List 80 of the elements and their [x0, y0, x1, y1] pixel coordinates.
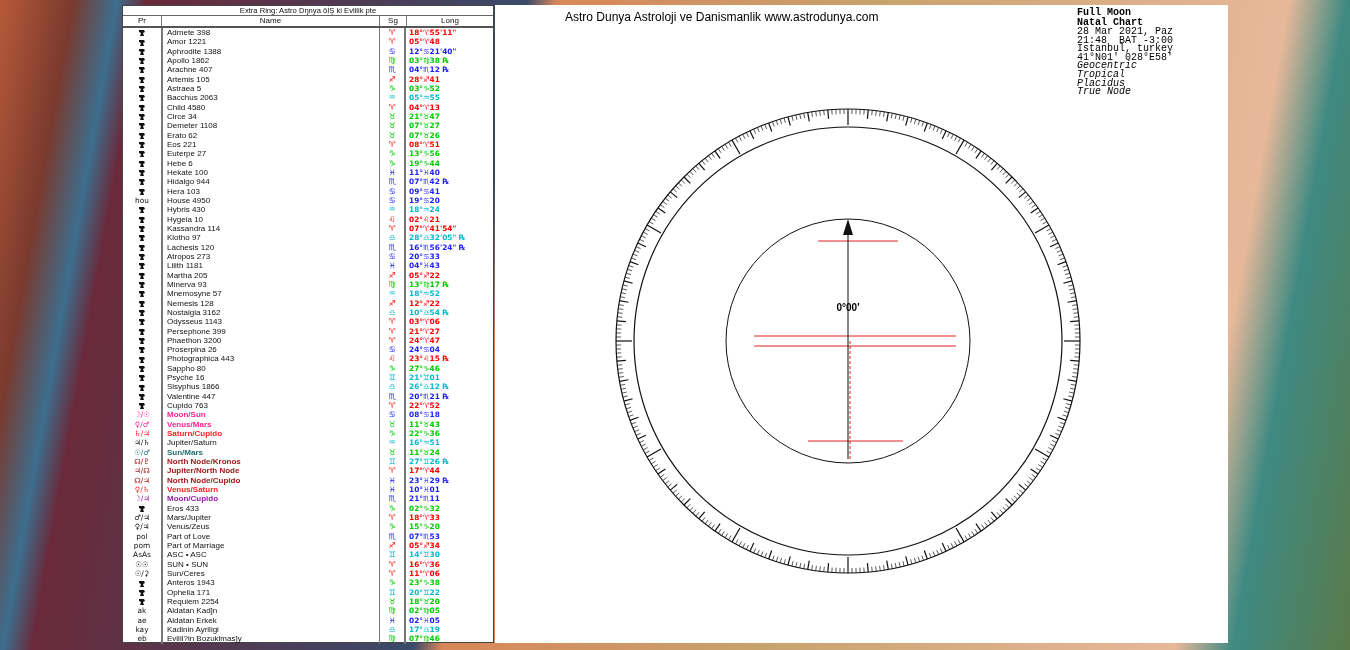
table-cell: Admete 398 — [161, 28, 379, 38]
table-cell: Anteros 1943 — [161, 578, 379, 588]
column-header: Name — [161, 16, 379, 26]
table-cell: Hybris 430 — [161, 205, 379, 215]
table-cell: Bacchus 2063 — [161, 93, 379, 103]
table-cell: Minerva 93 — [161, 279, 379, 290]
table-cell: Hidalgo 944 — [161, 177, 379, 187]
table-cell: Eros 433 — [161, 503, 379, 514]
table-cell: Nostalgia 3162 — [161, 307, 379, 318]
table-cell: Euterpe 27 — [161, 149, 379, 159]
table-cell: Psyche 16 — [161, 373, 379, 383]
table-cell: Cupido 763 — [161, 401, 379, 411]
table-cell: Sisyphus 1866 — [161, 382, 379, 392]
table-cell: Mnemosyne 57 — [161, 289, 379, 299]
table-cell: Kadinin Ayriligi — [161, 625, 379, 635]
column-header: Long — [406, 16, 493, 26]
table-cell: Part of Marriage — [161, 541, 379, 551]
table-cell: Part of Love — [161, 531, 379, 542]
table-cell: Hera 103 — [161, 186, 379, 196]
table-cell: Atropos 273 — [161, 251, 379, 262]
table-cell: Erato 62 — [161, 130, 379, 140]
table-cell: Circe 34 — [161, 111, 379, 122]
table-cell: Valentine 447 — [161, 391, 379, 402]
table-cell: Phaethon 3200 — [161, 335, 379, 346]
table-cell: Moon/Cupido — [161, 494, 379, 504]
table-cell: North Node/Kronos — [161, 457, 379, 467]
table-cell: Astraea 5 — [161, 83, 379, 94]
table-cell: Demeter 1108 — [161, 121, 379, 131]
chart-detail: 28 Mar 2021, Paz — [1077, 28, 1173, 37]
table-cell: Apollo 1862 — [161, 56, 379, 66]
table-cell: Sappho 80 — [161, 363, 379, 374]
degree-label: 0°00' — [836, 302, 860, 313]
table-cell: ASC • ASC — [161, 550, 379, 560]
table-cell: Hygeia 10 — [161, 214, 379, 224]
table-cell: Sun/Mars — [161, 447, 379, 458]
table-cell: Martha 205 — [161, 270, 379, 280]
table-cell: North Node/Cupido — [161, 475, 379, 486]
table-cell: Odysseus 1143 — [161, 317, 379, 327]
table-cell: Klotho 97 — [161, 233, 379, 243]
table-cell: Lilith 1181 — [161, 261, 379, 271]
chart-setting: Tropical — [1077, 70, 1125, 80]
chart-title: Full Moon — [1077, 8, 1131, 18]
table-cell: Proserpina 26 — [161, 345, 379, 355]
table-cell: Child 4580 — [161, 102, 379, 112]
table-cell: Hebe 6 — [161, 158, 379, 168]
table-cell: Evlili?in Bozuklmas]y — [161, 634, 379, 644]
table-cell: Sun/Ceres — [161, 569, 379, 579]
chart-detail: Istanbul, turkey — [1077, 45, 1173, 54]
asteroid-glyph-icon — [138, 504, 146, 512]
table-cell: Requiem 2254 — [161, 597, 379, 607]
table-cell: Eos 221 — [161, 139, 379, 150]
table-cell: Persephone 399 — [161, 326, 379, 336]
table-cell: Mars/Jupiter — [161, 513, 379, 523]
table-cell: Jupiter/Saturn — [161, 438, 379, 448]
table-cell: Amor 1221 — [161, 37, 379, 47]
table-cell: Aphrodite 1388 — [161, 46, 379, 56]
table-cell: Venus/Mars — [161, 419, 379, 430]
table-cell: Kassandra 114 — [161, 223, 379, 234]
chart-setting: Geocentric — [1077, 62, 1138, 71]
table-cell: Saturn/Cupido — [161, 429, 379, 439]
table-cell: Jupiter/North Node — [161, 466, 379, 476]
site-title: Astro Dunya Astroloji ve Danismanlik www.astrodunya.com — [565, 10, 879, 24]
table-cell: Aldatan Kad]n — [161, 606, 379, 616]
table-cell: Hekate 100 — [161, 167, 379, 178]
table-cell: SUN • SUN — [161, 559, 379, 570]
column-header: Pr — [137, 16, 147, 26]
table-cell: Photographica 443 — [161, 354, 379, 364]
table-cell: Artemis 105 — [161, 74, 379, 84]
chart-title: Natal Chart — [1077, 18, 1143, 28]
column-header: Sg — [379, 16, 406, 26]
table-cell: Lachesis 120 — [161, 242, 379, 252]
table-cell: House 4950 — [161, 195, 379, 206]
table-cell: Ophelia 171 — [161, 587, 379, 598]
table-cell: Aldatan Erkek — [161, 615, 379, 625]
chart-setting: True Node — [1077, 88, 1132, 97]
table-cell: Nemesis 128 — [161, 298, 379, 308]
table-cell: Moon/Sun — [161, 410, 379, 420]
table-cell: Venus/Saturn — [161, 485, 379, 495]
table-cell: Venus/Zeus — [161, 522, 379, 532]
table-cell: Arachne 407 — [161, 65, 379, 75]
